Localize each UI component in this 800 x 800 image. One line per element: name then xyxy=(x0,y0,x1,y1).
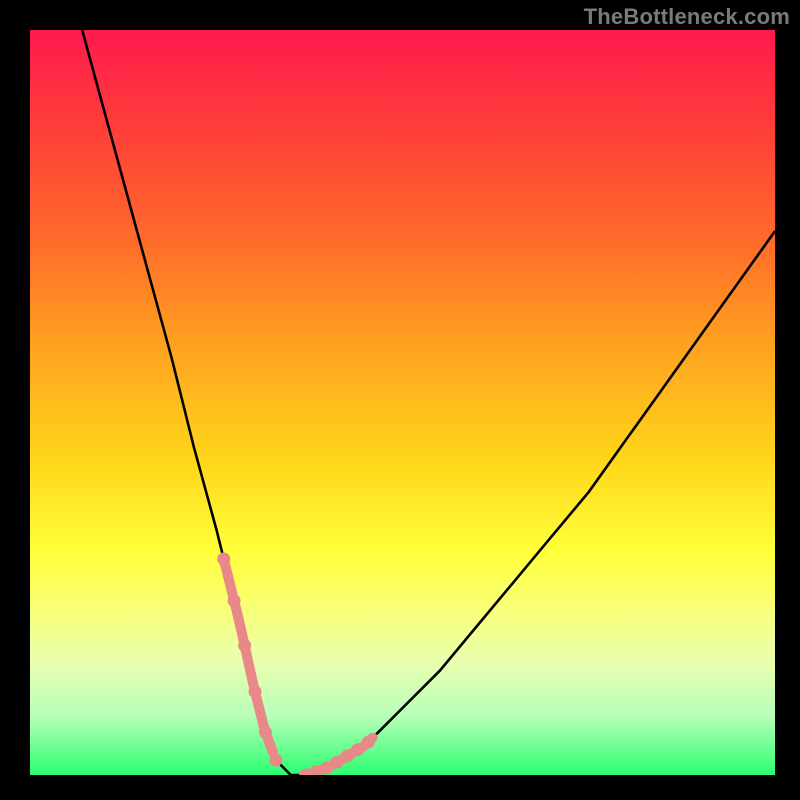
plot-area xyxy=(30,30,775,775)
salmon-dot xyxy=(269,754,282,767)
salmon-dot xyxy=(217,553,230,566)
chart-frame: TheBottleneck.com xyxy=(0,0,800,800)
salmon-markers-right xyxy=(299,736,375,775)
watermark-text: TheBottleneck.com xyxy=(584,4,790,30)
salmon-dot xyxy=(249,685,262,698)
salmon-markers-left xyxy=(217,553,282,767)
curve-svg xyxy=(30,30,775,775)
salmon-dot xyxy=(228,594,241,607)
bottleneck-curve xyxy=(82,30,775,775)
salmon-stroke xyxy=(224,559,273,752)
salmon-dot xyxy=(362,736,375,749)
salmon-dot xyxy=(259,726,272,739)
salmon-dot xyxy=(238,639,251,652)
salmon-dot xyxy=(351,743,364,756)
